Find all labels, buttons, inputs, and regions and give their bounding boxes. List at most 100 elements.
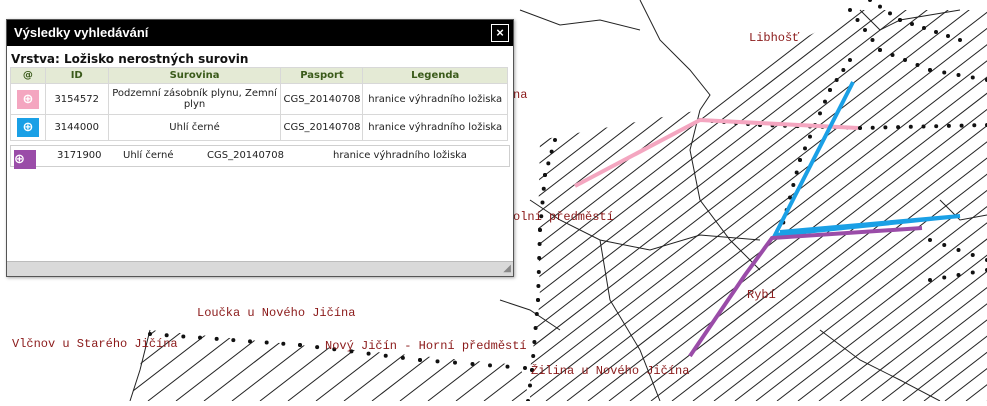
window-title: Výsledky vyhledávání xyxy=(14,25,149,40)
boundary-dot xyxy=(538,228,542,232)
table-row[interactable]: ⊕ 3171900 Uhlí černé CGS_20140708 hranic… xyxy=(10,145,510,169)
boundary-dot xyxy=(958,38,962,42)
boundary-dot xyxy=(915,63,920,67)
boundary-dot xyxy=(921,124,926,129)
zoom-to-feature-icon[interactable]: ⊕ xyxy=(16,118,39,137)
hatch-line xyxy=(530,10,987,401)
window-body: Vrstva: Ložisko nerostných surovin @ ID … xyxy=(7,46,513,262)
boundary-dot xyxy=(533,326,538,330)
surovina-cell: Uhlí černé xyxy=(107,114,282,141)
label-horni-predmesti: Nový Jičín - Horní předměstí xyxy=(325,339,527,353)
boundary-dot xyxy=(791,183,796,187)
boundary-dot xyxy=(214,336,219,341)
zoom-to-feature-icon[interactable]: ⊕ xyxy=(16,89,39,109)
boundary-dot xyxy=(148,332,152,336)
boundary-dot xyxy=(541,186,546,191)
boundary-dot xyxy=(264,340,269,345)
search-results-window[interactable]: Výsledky vyhledávání × Vrstva: Ložisko n… xyxy=(6,19,514,277)
col-pasport-header: Pasport xyxy=(280,67,364,84)
window-statusbar: ◢ xyxy=(7,261,513,276)
boundary-dot xyxy=(298,343,302,347)
boundary-dot xyxy=(883,125,888,130)
boundary-dot xyxy=(898,18,902,22)
zoom-to-feature-icon[interactable]: ⊕ xyxy=(14,150,36,169)
surovina-cell: Podzemní zásobník plynu, Zemní plyn xyxy=(107,83,282,115)
boundary-dot xyxy=(488,363,492,368)
boundary-dot xyxy=(956,73,961,77)
table-row[interactable]: ⊕ 3154572 Podzemní zásobník plynu, Zemní… xyxy=(10,83,508,115)
col-id-header: ID xyxy=(44,67,109,84)
boundary-dot xyxy=(870,38,875,42)
boundary-dot xyxy=(181,334,186,339)
boundary-dot xyxy=(942,243,947,247)
zoom-cell: ⊕ xyxy=(10,83,46,115)
boundary-dot xyxy=(540,200,545,205)
boundary-dot xyxy=(383,353,388,358)
boundary-dot xyxy=(972,123,977,128)
boundary-dot xyxy=(537,256,542,260)
boundary-dot xyxy=(848,58,852,62)
table-row[interactable]: ⊕ 3144000 Uhlí černé CGS_20140708 hranic… xyxy=(10,114,508,141)
pasport-cell: CGS_20140708 xyxy=(207,150,284,161)
col-legenda-header: Legenda xyxy=(362,67,508,84)
boundary-dot xyxy=(315,345,320,350)
boundary-dot xyxy=(934,124,939,129)
window-titlebar[interactable]: Výsledky vyhledávání × xyxy=(7,20,513,46)
boundary-dot xyxy=(863,28,867,32)
hatch-line xyxy=(965,10,987,401)
boundary-dot xyxy=(505,364,510,369)
boundary-dot xyxy=(536,284,541,288)
boundary-dot xyxy=(553,138,557,142)
results-table: @ ID Surovina Pasport Legenda ⊕ 3154572 … xyxy=(10,67,508,141)
boundary-dot xyxy=(803,146,807,151)
boundary-dot xyxy=(400,355,405,360)
boundary-dot xyxy=(922,26,926,30)
boundary-dot xyxy=(536,270,541,274)
boundary-dot xyxy=(536,298,540,302)
boundary-dot xyxy=(858,126,862,130)
label-ryby: Rybí xyxy=(747,288,776,302)
label-libhost: Libhošť xyxy=(749,31,800,45)
boundary-dot xyxy=(808,134,812,139)
boundary-dot xyxy=(231,338,236,343)
boundary-dot xyxy=(823,99,827,104)
pasport-cell: CGS_20140708 xyxy=(280,114,364,141)
col-zoom-header: @ xyxy=(10,67,46,84)
boundary-dot xyxy=(549,149,554,154)
label-na: na xyxy=(513,88,528,102)
boundary-dot xyxy=(946,123,951,128)
hatch-line xyxy=(587,10,987,401)
boundary-dot xyxy=(281,341,286,346)
boundary-dot xyxy=(198,335,202,340)
boundary-dot xyxy=(956,273,961,277)
boundary-dot xyxy=(543,173,547,177)
boundary-dot xyxy=(890,53,895,57)
boundary-dot xyxy=(418,358,422,362)
resize-grip-icon[interactable]: ◢ xyxy=(503,263,511,275)
boundary-dot xyxy=(534,312,539,316)
hatch-line xyxy=(566,10,987,401)
boundary-dot xyxy=(942,70,947,75)
boundary-dot xyxy=(532,340,537,344)
boundary-dot xyxy=(798,158,802,162)
boundary-dot xyxy=(435,359,440,364)
hatch-line xyxy=(818,10,987,401)
label-zilina: Žilina u Nového Jičína xyxy=(531,364,690,378)
boundary-dot xyxy=(903,58,907,62)
boundary-dot xyxy=(942,275,947,280)
boundary-dot xyxy=(528,383,532,388)
boundary-dot xyxy=(908,124,913,129)
id-cell: 3144000 xyxy=(44,114,109,141)
boundary-dot xyxy=(878,48,882,52)
boundary-dot xyxy=(855,18,860,22)
boundary-dot xyxy=(248,339,252,344)
hatch-line xyxy=(923,10,987,401)
label-vlcnov: Vlčnov u Starého Jičína xyxy=(12,337,178,351)
boundary-dot xyxy=(878,4,882,9)
hatch-line xyxy=(629,10,987,401)
boundary-dot xyxy=(818,111,822,116)
boundary-dot xyxy=(959,123,964,128)
boundary-dot xyxy=(928,238,932,242)
legenda-cell: hranice výhradního ložiska xyxy=(362,83,508,115)
close-icon[interactable]: × xyxy=(491,24,509,42)
